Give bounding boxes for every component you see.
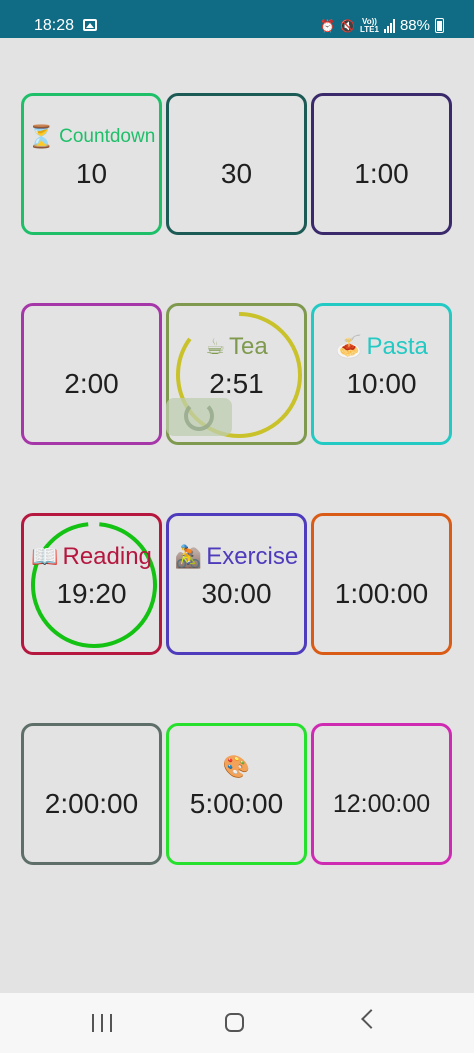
tile-label: 🍝 Pasta (314, 333, 449, 360)
timer-tile-countdown[interactable]: ⏳ Countdown 10 (21, 93, 162, 235)
tile-label: 🎨 (169, 754, 304, 780)
timer-tile-art[interactable]: 🎨 5:00:00 (166, 723, 307, 865)
timer-tile[interactable]: 30 (166, 93, 307, 235)
reset-button[interactable] (166, 398, 232, 436)
mute-icon: 🔇 (340, 18, 355, 33)
tile-label: ⏳ Countdown (24, 124, 159, 150)
tile-value: 12:00:00 (332, 790, 431, 818)
timer-tile-reading[interactable]: 📖 Reading 19:20 (21, 513, 162, 655)
status-time: 18:28 (34, 17, 75, 34)
network-label: LTE1 (360, 24, 379, 34)
tile-label: 📖 Reading (24, 543, 159, 570)
book-icon: 📖 (31, 544, 59, 569)
tile-value: 30:00 (201, 578, 272, 609)
tile-label-text: Exercise (206, 543, 299, 570)
tile-value: 2:00 (64, 368, 119, 399)
timer-tile[interactable]: 2:00 (21, 303, 162, 445)
network-indicator: Vo)) LTE1 (360, 17, 379, 34)
status-icons: ⏰ 🔇 Vo)) LTE1 88% (320, 17, 444, 34)
timer-tile[interactable]: 12:00:00 (311, 723, 452, 865)
signal-icon (383, 18, 395, 33)
tile-value: 2:51 (209, 368, 264, 399)
tile-value: 1:00 (354, 158, 409, 189)
navigation-bar (0, 993, 474, 1053)
recents-button[interactable] (92, 1014, 112, 1032)
tile-value: 10:00 (346, 368, 417, 399)
tile-label-text: Countdown (59, 126, 156, 147)
home-button[interactable] (225, 1013, 244, 1032)
tile-label-text: Pasta (366, 333, 428, 360)
tile-label: 🚵 Exercise (169, 543, 304, 570)
tile-value: 2:00:00 (44, 788, 139, 819)
coffee-icon: ☕ (205, 334, 226, 359)
timer-tile[interactable]: 2:00:00 (21, 723, 162, 865)
status-bar: 18:28 ⏰ 🔇 Vo)) LTE1 88% (0, 0, 474, 38)
battery-icon (435, 18, 444, 33)
mountain-bike-icon: 🚵 (174, 544, 203, 569)
tile-value: 19:20 (56, 578, 127, 609)
timer-tile[interactable]: 1:00 (311, 93, 452, 235)
tile-label-text: Reading (62, 543, 152, 570)
tile-value: 1:00:00 (334, 578, 429, 609)
gallery-notification-icon (83, 19, 97, 31)
back-button[interactable] (361, 1009, 381, 1029)
timer-tile-pasta[interactable]: 🍝 Pasta 10:00 (311, 303, 452, 445)
tile-value: 30 (220, 158, 253, 189)
tile-value: 10 (75, 158, 108, 189)
timer-tile-exercise[interactable]: 🚵 Exercise 30:00 (166, 513, 307, 655)
reset-icon (184, 401, 214, 431)
tile-value: 5:00:00 (189, 788, 284, 819)
palette-icon: 🎨 (222, 754, 251, 779)
hourglass-icon: ⏳ (27, 124, 56, 149)
battery-percent: 88% (399, 17, 430, 34)
tile-label: ☕ Tea (169, 333, 304, 360)
tile-label-text: Tea (229, 333, 268, 360)
alarm-icon: ⏰ (320, 18, 336, 33)
timer-tile[interactable]: 1:00:00 (311, 513, 452, 655)
spaghetti-icon: 🍝 (335, 334, 363, 359)
